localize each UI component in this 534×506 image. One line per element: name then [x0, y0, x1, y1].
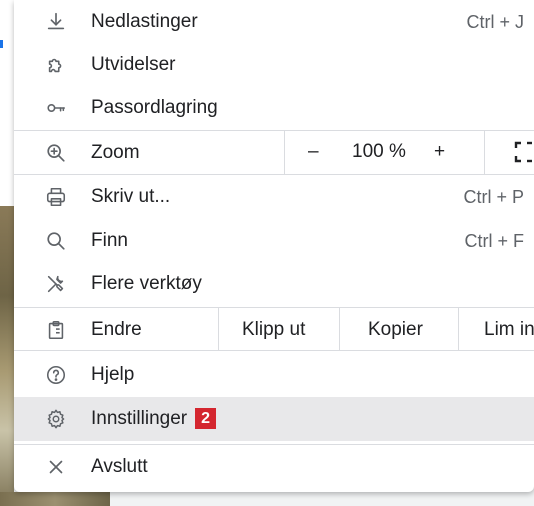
menu-item-extensions[interactable]: Utvidelser: [14, 43, 534, 87]
menu-item-passwords[interactable]: Passordlagring: [14, 86, 534, 130]
print-label: Skriv ut...: [91, 186, 171, 207]
exit-label: Avslutt: [91, 456, 148, 477]
fullscreen-icon: [514, 141, 532, 163]
menu-item-settings[interactable]: Innstillinger 2: [14, 397, 534, 441]
zoom-level: 100 %: [352, 141, 406, 162]
search-icon: [44, 229, 68, 253]
downloads-label: Nedlastinger: [91, 11, 198, 32]
settings-label-text: Innstillinger: [91, 408, 188, 429]
key-icon: [44, 96, 68, 120]
clipboard-icon: [44, 318, 68, 342]
background-photo-bottom: [0, 492, 110, 506]
edit-divider: [218, 308, 219, 350]
paste-button[interactable]: Lim in: [484, 319, 534, 341]
edit-divider: [339, 308, 340, 350]
separator: [14, 350, 534, 351]
menu-item-find[interactable]: Finn Ctrl + F: [14, 219, 534, 263]
browser-menu: Nedlastinger Ctrl + J Utvidelser Passord…: [14, 0, 534, 492]
printer-icon: [44, 185, 68, 209]
menu-item-zoom: Zoom: [14, 131, 534, 175]
help-icon: [44, 363, 68, 387]
download-icon: [44, 10, 68, 34]
passwords-label: Passordlagring: [91, 97, 218, 118]
find-shortcut: Ctrl + F: [464, 230, 524, 251]
tools-icon: [44, 272, 68, 296]
background-accent: [0, 40, 3, 48]
copy-button[interactable]: Kopier: [368, 319, 423, 341]
edit-divider: [458, 308, 459, 350]
background-photo: [0, 206, 14, 506]
step-badge: 2: [195, 408, 217, 429]
background-page: [0, 0, 14, 206]
extensions-label: Utvidelser: [91, 54, 176, 75]
edit-label: Endre: [91, 319, 142, 340]
zoom-divider: [484, 131, 485, 174]
zoom-divider: [284, 131, 285, 174]
find-label: Finn: [91, 230, 128, 251]
help-label: Hjelp: [91, 364, 135, 385]
menu-item-downloads[interactable]: Nedlastinger Ctrl + J: [14, 0, 534, 44]
menu-item-more-tools[interactable]: Flere verktøy: [14, 262, 534, 306]
more-tools-label: Flere verktøy: [91, 273, 202, 294]
print-shortcut: Ctrl + P: [463, 186, 524, 207]
gear-icon: [44, 407, 68, 431]
close-icon: [44, 455, 68, 479]
menu-item-print[interactable]: Skriv ut... Ctrl + P: [14, 175, 534, 219]
menu-item-help[interactable]: Hjelp: [14, 353, 534, 397]
zoom-in-icon: [44, 141, 68, 165]
settings-label: Innstillinger 2: [91, 408, 217, 430]
zoom-out-button[interactable]: –: [308, 141, 319, 163]
downloads-shortcut: Ctrl + J: [466, 11, 524, 32]
menu-item-exit[interactable]: Avslutt: [14, 445, 534, 489]
puzzle-icon: [44, 53, 68, 77]
zoom-in-button[interactable]: +: [434, 141, 445, 163]
fullscreen-button[interactable]: [514, 141, 534, 163]
zoom-label: Zoom: [91, 142, 140, 163]
cut-button[interactable]: Klipp ut: [242, 319, 305, 341]
